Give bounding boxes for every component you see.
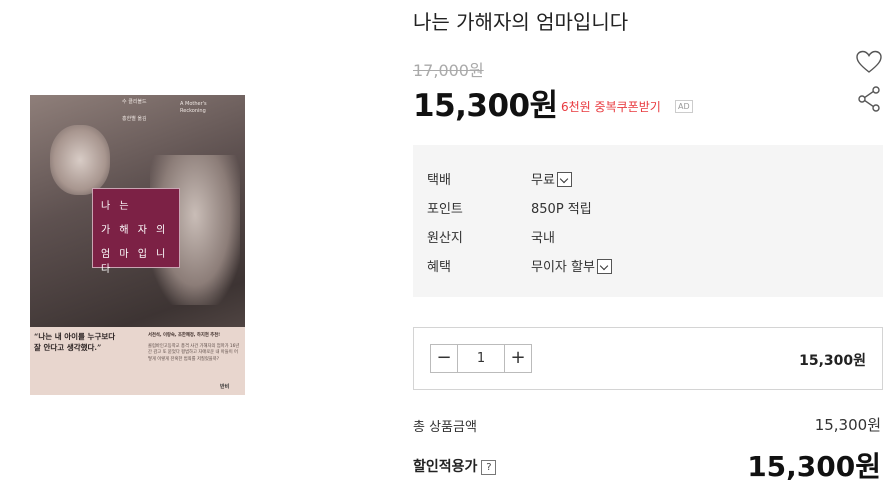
heart-icon[interactable] bbox=[855, 50, 883, 74]
info-label: 원산지 bbox=[427, 231, 463, 246]
total-value: 15,300원 bbox=[814, 416, 881, 434]
product-title: 나는 가해자의 엄마입니다 bbox=[413, 10, 629, 34]
info-value: 무이자 할부 bbox=[531, 256, 612, 275]
info-label: 택배 bbox=[427, 173, 451, 188]
delivery-info-box: 택배 무료 포인트 850P 적립 원산지 국내 혜택 무이자 할부 bbox=[413, 145, 883, 297]
ad-badge: AD bbox=[675, 100, 693, 113]
info-label: 포인트 bbox=[427, 202, 463, 217]
decrease-button[interactable]: − bbox=[431, 345, 458, 372]
cover-title-line-1: 나 는 bbox=[101, 201, 132, 212]
final-price-label: 할인적용가? bbox=[413, 456, 497, 476]
info-value: 무료 bbox=[531, 169, 572, 188]
final-price: 15,300원 bbox=[747, 450, 881, 483]
share-icon[interactable] bbox=[857, 86, 881, 112]
cover-english-title: A Mother's Reckoning bbox=[180, 101, 207, 114]
info-value: 850P 적립 bbox=[531, 202, 592, 217]
chevron-down-icon[interactable] bbox=[556, 172, 572, 187]
total-label: 총 상품금액 bbox=[413, 420, 477, 435]
chevron-down-icon[interactable] bbox=[596, 259, 612, 274]
info-label: 혜택 bbox=[427, 260, 451, 275]
line-total: 15,300원 bbox=[799, 353, 866, 369]
book-cover-image[interactable]: 수 클리볼드 홍한별 옮김 A Mother's Reckoning 나 는 가… bbox=[30, 95, 245, 395]
info-value: 국내 bbox=[531, 231, 555, 246]
quantity-input[interactable]: 1 bbox=[459, 345, 503, 372]
quantity-box: − 1 + 15,300원 bbox=[413, 327, 883, 390]
cover-photo-mother bbox=[50, 125, 110, 195]
coupon-link[interactable]: 6천원 중복쿠폰받기 bbox=[561, 98, 661, 115]
sale-price: 15,300원 bbox=[413, 88, 558, 124]
quantity-stepper: − 1 + bbox=[430, 344, 532, 373]
cover-title-line-2: 가 해 자 의 bbox=[101, 225, 169, 236]
cover-title-box: 나 는 가 해 자 의 엄 마 입 니 다 bbox=[92, 188, 180, 275]
cover-author: 수 클리볼드 홍한별 옮김 bbox=[122, 99, 147, 122]
cover-blurb: 서천석, 이랑숙, 조한혜정, 하지현 추천! 콜럼바인고등학교 총격 사건 가… bbox=[148, 333, 240, 362]
cover-bottom-band: “나는 내 아이를 누구보다 잘 안다고 생각했다.” 서천석, 이랑숙, 조한… bbox=[30, 327, 245, 395]
cover-title-line-3: 엄 마 입 니 다 bbox=[101, 249, 169, 275]
publisher-logo: 반비 bbox=[220, 384, 230, 390]
increase-button[interactable]: + bbox=[504, 345, 531, 372]
original-price: 17,000원 bbox=[413, 61, 484, 80]
help-icon[interactable]: ? bbox=[481, 460, 497, 475]
cover-quote: “나는 내 아이를 누구보다 잘 안다고 생각했다.” bbox=[34, 332, 116, 352]
